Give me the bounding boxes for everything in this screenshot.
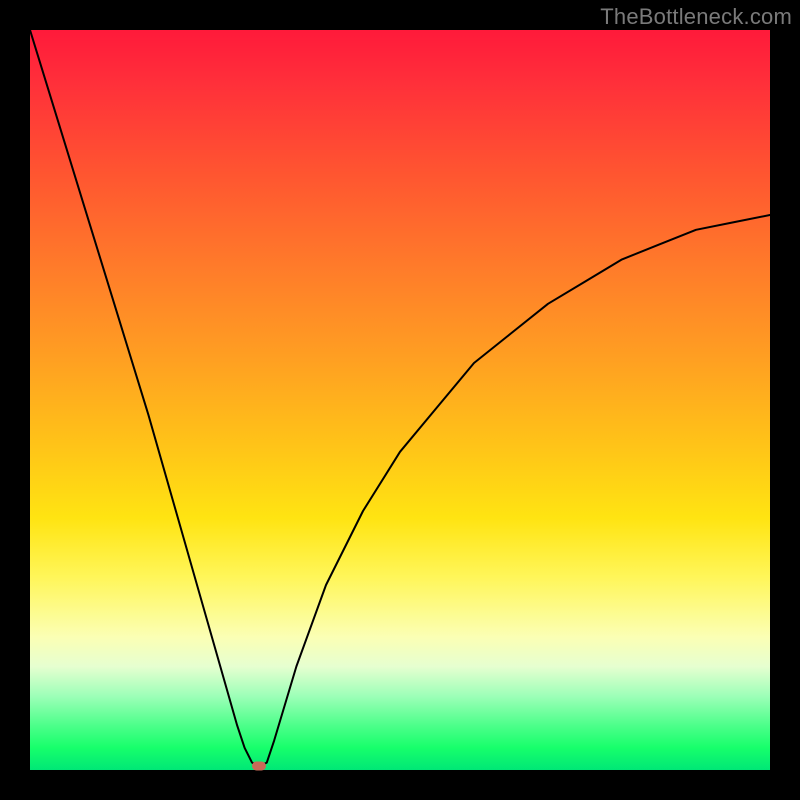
chart-frame: TheBottleneck.com — [0, 0, 800, 800]
bottleneck-curve — [30, 30, 770, 770]
watermark-text: TheBottleneck.com — [600, 4, 792, 30]
balance-marker — [252, 762, 266, 771]
plot-area — [30, 30, 770, 770]
curve-path — [30, 30, 770, 766]
